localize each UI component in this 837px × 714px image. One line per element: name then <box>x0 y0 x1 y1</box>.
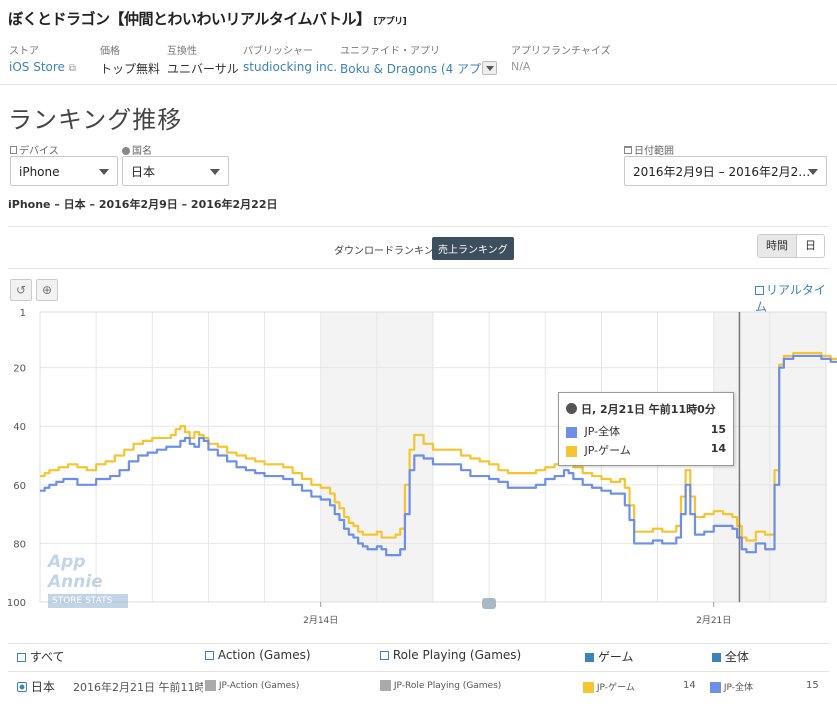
meta-store-link[interactable]: iOS Store ⧉ <box>9 60 76 74</box>
chevron-down-icon <box>486 66 494 71</box>
undo-icon: ↺ <box>15 283 27 297</box>
meta-franchise-label: アプリフランチャイズ <box>511 46 611 57</box>
calendar-icon <box>624 146 632 154</box>
globe-icon <box>566 403 577 414</box>
tab-download-ranking[interactable]: ダウンロードランキング <box>334 242 444 257</box>
filter-games[interactable]: ゲーム <box>585 648 633 665</box>
y-tick-label: 60 <box>13 481 26 492</box>
filter-overall[interactable]: 全体 <box>712 648 749 665</box>
overall-swatch <box>566 426 577 438</box>
data-row-games-value: 14 <box>683 680 696 691</box>
app-badge: [アプリ] <box>373 17 407 27</box>
header-divider <box>0 84 837 85</box>
data-row-games: JP-ゲーム <box>583 680 635 693</box>
chart-subtitle: iPhone – 日本 – 2016年2月9日 – 2016年2月22日 <box>8 198 278 211</box>
unified-dropdown-button[interactable] <box>482 61 497 75</box>
filter-all[interactable]: すべて <box>17 648 65 665</box>
date-range-label: 日付範囲 <box>624 142 674 157</box>
x-tick-label: 2月21日 <box>696 615 731 626</box>
data-row-action: JP-Action (Games) <box>205 680 299 691</box>
checkbox-icon <box>17 653 26 662</box>
filter-action-games[interactable]: Action (Games) <box>205 648 311 662</box>
meta-franchise-value: N/A <box>511 60 531 73</box>
device-select[interactable]: iPhone <box>10 156 118 186</box>
watermark-brand: App Annie <box>48 552 103 592</box>
date-range-select[interactable]: 2016年2月9日 – 2016年2月2… <box>624 156 827 186</box>
device-icon <box>10 146 17 154</box>
y-tick-label: 80 <box>13 539 26 550</box>
chevron-down-icon <box>808 169 818 175</box>
meta-unified-link[interactable]: Boku & Dragons (4 アプリ) <box>340 60 498 77</box>
granularity-hour-button[interactable]: 時間 <box>758 235 797 257</box>
meta-publisher-link[interactable]: studiocking inc. <box>243 60 337 74</box>
watermark: App Annie STORE STATS <box>48 552 128 608</box>
filters-divider <box>8 226 829 227</box>
meta-compat-label: 互換性 <box>167 46 197 57</box>
legend-divider <box>8 643 829 644</box>
globe-icon <box>122 147 130 155</box>
y-tick-label: 40 <box>13 422 26 433</box>
data-row-role-playing: JP-Role Playing (Games) <box>380 680 501 691</box>
chevron-down-icon <box>210 169 220 175</box>
checkbox-icon <box>205 651 214 660</box>
watermark-sub: STORE STATS <box>48 594 128 608</box>
data-row-timestamp: 2016年2月21日 午前11時0 <box>73 681 203 694</box>
country-label: 国名 <box>122 142 152 157</box>
data-row-country[interactable]: 日本 <box>17 678 55 695</box>
y-tick-label: 100 <box>7 598 26 609</box>
granularity-day-button[interactable]: 日 <box>797 235 824 257</box>
tab-revenue-ranking[interactable]: 売上ランキング <box>432 237 514 260</box>
x-tick-label: 2月14日 <box>303 615 338 626</box>
annotation-icon[interactable] <box>482 598 496 609</box>
tooltip-row-game: JP-ゲーム 14 <box>566 442 726 458</box>
meta-unified-label: ユニファイド・アプリ <box>340 46 440 57</box>
country-select[interactable]: 日本 <box>122 156 229 186</box>
meta-price-value: トップ無料 <box>100 62 161 76</box>
x-axis-ticks: 2月14日 2月21日 <box>303 602 731 626</box>
action-swatch <box>205 680 216 691</box>
filter-role-playing-games[interactable]: Role Playing (Games) <box>380 648 521 662</box>
checkbox-checked-icon <box>712 653 721 662</box>
data-row-overall-value: 15 <box>806 680 819 691</box>
role-playing-swatch <box>380 680 391 691</box>
y-tick-label: 1 <box>20 308 26 319</box>
chevron-down-icon <box>99 169 109 175</box>
game-swatch <box>583 682 594 693</box>
game-swatch <box>566 445 577 457</box>
tooltip-header: 日, 2月21日 午前11時0分 <box>566 401 716 417</box>
zoom-in-icon: ⊕ <box>41 283 53 297</box>
zoom-button[interactable]: ⊕ <box>36 279 58 301</box>
radio-selected-icon <box>17 682 27 692</box>
meta-price-label: 価格 <box>100 46 120 57</box>
legend-row-divider <box>8 671 829 672</box>
checkbox-icon <box>755 286 764 295</box>
tabs-divider <box>8 268 829 269</box>
data-row-overall: JP-全体 <box>710 680 753 693</box>
app-title: ぼくとドラゴン【仲間とわいわいリアルタイムバトル】 [アプリ] <box>8 8 407 29</box>
chart-tooltip: 日, 2月21日 午前11時0分 JP-全体 15 JP-ゲーム 14 <box>558 392 734 466</box>
meta-publisher-label: パブリッシャー <box>243 46 313 57</box>
device-label: デバイス <box>10 142 59 157</box>
overall-swatch <box>710 682 721 693</box>
tooltip-row-overall: JP-全体 15 <box>566 423 726 439</box>
checkbox-icon <box>380 651 389 660</box>
section-title: ランキング推移 <box>8 106 183 134</box>
checkbox-checked-icon <box>585 653 594 662</box>
meta-compat-value: ユニバーサル <box>167 62 239 76</box>
app-name: ぼくとドラゴン【仲間とわいわいリアルタイムバトル】 <box>8 10 371 28</box>
external-link-icon: ⧉ <box>68 63 76 74</box>
y-axis-ticks: 1 20 40 60 80 100 <box>7 308 26 609</box>
y-tick-label: 20 <box>13 364 26 375</box>
meta-store-label: ストア <box>9 46 39 57</box>
reset-zoom-button[interactable]: ↺ <box>10 279 32 301</box>
granularity-toggle: 時間 日 <box>757 234 825 258</box>
